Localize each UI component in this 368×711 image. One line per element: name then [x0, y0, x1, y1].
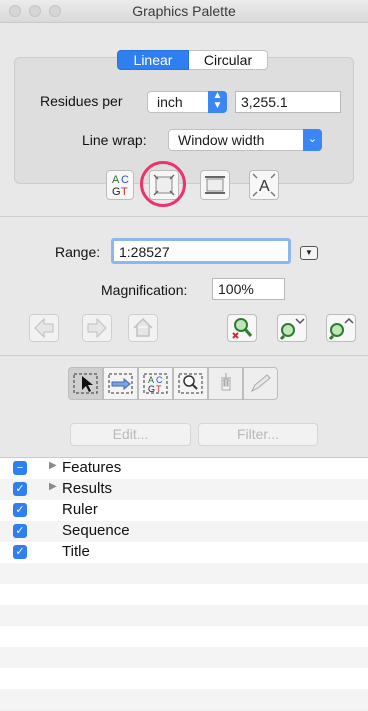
line-wrap-value: Window width — [178, 132, 265, 148]
move-tool-button[interactable] — [103, 367, 138, 400]
layer-checkbox[interactable]: ✓ — [13, 503, 27, 517]
filter-button[interactable]: Filter... — [198, 423, 318, 446]
layer-row[interactable]: − ▶ Features — [0, 458, 368, 479]
residues-unit-value: inch — [157, 94, 183, 110]
zoom-reset-button[interactable] — [227, 314, 257, 342]
hand-icon — [221, 373, 231, 391]
empty-row — [0, 605, 368, 626]
empty-row — [0, 647, 368, 668]
empty-row — [0, 563, 368, 584]
up-down-arrows-icon: ▲ ▼ — [208, 91, 227, 113]
show-sequence-letters-button[interactable]: A C G T — [106, 170, 134, 200]
right-arrow-icon — [87, 317, 107, 339]
residues-unit-select[interactable]: inch ▲ ▼ — [147, 91, 227, 113]
sequence-box-icon: A C G T — [143, 373, 168, 394]
forward-button[interactable] — [82, 314, 112, 342]
layer-label: Ruler — [62, 501, 98, 518]
text-a-icon: A — [252, 173, 276, 197]
chevron-down-icon: ⌄ — [303, 129, 322, 151]
layer-label: Features — [62, 459, 122, 476]
residues-per-field[interactable]: 3,255.1 — [235, 91, 341, 113]
edit-button[interactable]: Edit... — [70, 423, 191, 446]
svg-text:G: G — [112, 186, 121, 198]
range-history-icon[interactable]: ▼ — [300, 246, 318, 260]
pencil-icon — [250, 374, 271, 393]
arrow-cursor-icon — [73, 373, 98, 394]
magnifier-out-icon — [279, 318, 305, 341]
magnification-label: Magnification: — [101, 282, 188, 298]
layer-row[interactable]: ✓ Title — [0, 542, 368, 563]
layer-label: Results — [62, 480, 113, 497]
fit-width-button[interactable] — [200, 170, 230, 200]
text-tool-button[interactable]: A — [249, 170, 279, 200]
window-title: Graphics Palette — [132, 3, 236, 19]
hand-tool-button[interactable] — [208, 367, 243, 400]
line-wrap-select[interactable]: Window width ⌄ — [168, 129, 322, 151]
fit-width-icon — [205, 176, 225, 194]
svg-text:T: T — [156, 384, 162, 394]
residues-per-label: Residues per — [40, 93, 123, 109]
empty-row — [0, 584, 368, 605]
layer-label: Title — [62, 543, 90, 560]
arrow-right-box-icon — [108, 373, 133, 394]
empty-row — [0, 668, 368, 689]
empty-row — [0, 626, 368, 647]
layer-row[interactable]: ✓ Ruler — [0, 500, 368, 521]
svg-text:A: A — [259, 178, 270, 195]
layout-settings-box — [14, 57, 354, 184]
zoom-out-button[interactable] — [277, 314, 307, 342]
residues-per-value: 3,255.1 — [241, 94, 288, 110]
zoom-tool-button[interactable] — [173, 367, 208, 400]
magnifier-reset-icon — [232, 318, 253, 339]
sequence-tool-button[interactable]: A C G T — [138, 367, 173, 400]
disclosure-triangle-icon[interactable]: ▶ — [49, 460, 57, 471]
svg-text:A: A — [112, 174, 120, 186]
title-bar: Graphics Palette — [0, 0, 368, 23]
disclosure-triangle-icon[interactable]: ▶ — [49, 481, 57, 492]
range-field[interactable]: 1:28527 — [111, 238, 291, 264]
magnification-field[interactable]: 100% — [212, 278, 285, 300]
layer-label: Sequence — [62, 522, 130, 539]
layer-checkbox[interactable]: − — [13, 461, 27, 475]
range-label: Range: — [55, 244, 101, 260]
highlight-circle — [140, 161, 186, 207]
range-value: 1:28527 — [119, 244, 170, 260]
home-icon — [133, 317, 153, 337]
left-arrow-icon — [34, 317, 54, 339]
layer-row[interactable]: ✓ ▶ Results — [0, 479, 368, 500]
layer-checkbox[interactable]: ✓ — [13, 524, 27, 538]
circular-view-button[interactable]: Circular — [189, 50, 268, 70]
magnifier-in-icon — [328, 317, 354, 341]
svg-text:G: G — [148, 384, 155, 394]
linear-view-button[interactable]: Linear — [117, 50, 189, 70]
empty-row — [0, 689, 368, 710]
sequence-letters-icon: A C G T — [112, 174, 129, 198]
zoom-in-button[interactable] — [326, 314, 356, 342]
back-button[interactable] — [29, 314, 59, 342]
magnification-value: 100% — [218, 281, 254, 297]
svg-text:C: C — [121, 174, 129, 186]
layer-checkbox[interactable]: ✓ — [13, 482, 27, 496]
select-tool-button[interactable] — [68, 367, 103, 400]
pencil-tool-button[interactable] — [243, 367, 278, 400]
layer-row[interactable]: ✓ Sequence — [0, 521, 368, 542]
layer-list: − ▶ Features ✓ ▶ Results ✓ Ruler ✓ Sequence ✓ Title — [0, 458, 368, 711]
layer-checkbox[interactable]: ✓ — [13, 545, 27, 559]
svg-text:T: T — [121, 186, 128, 198]
zoom-box-icon — [178, 373, 203, 394]
line-wrap-label: Line wrap: — [82, 132, 147, 148]
home-button[interactable] — [128, 314, 158, 342]
